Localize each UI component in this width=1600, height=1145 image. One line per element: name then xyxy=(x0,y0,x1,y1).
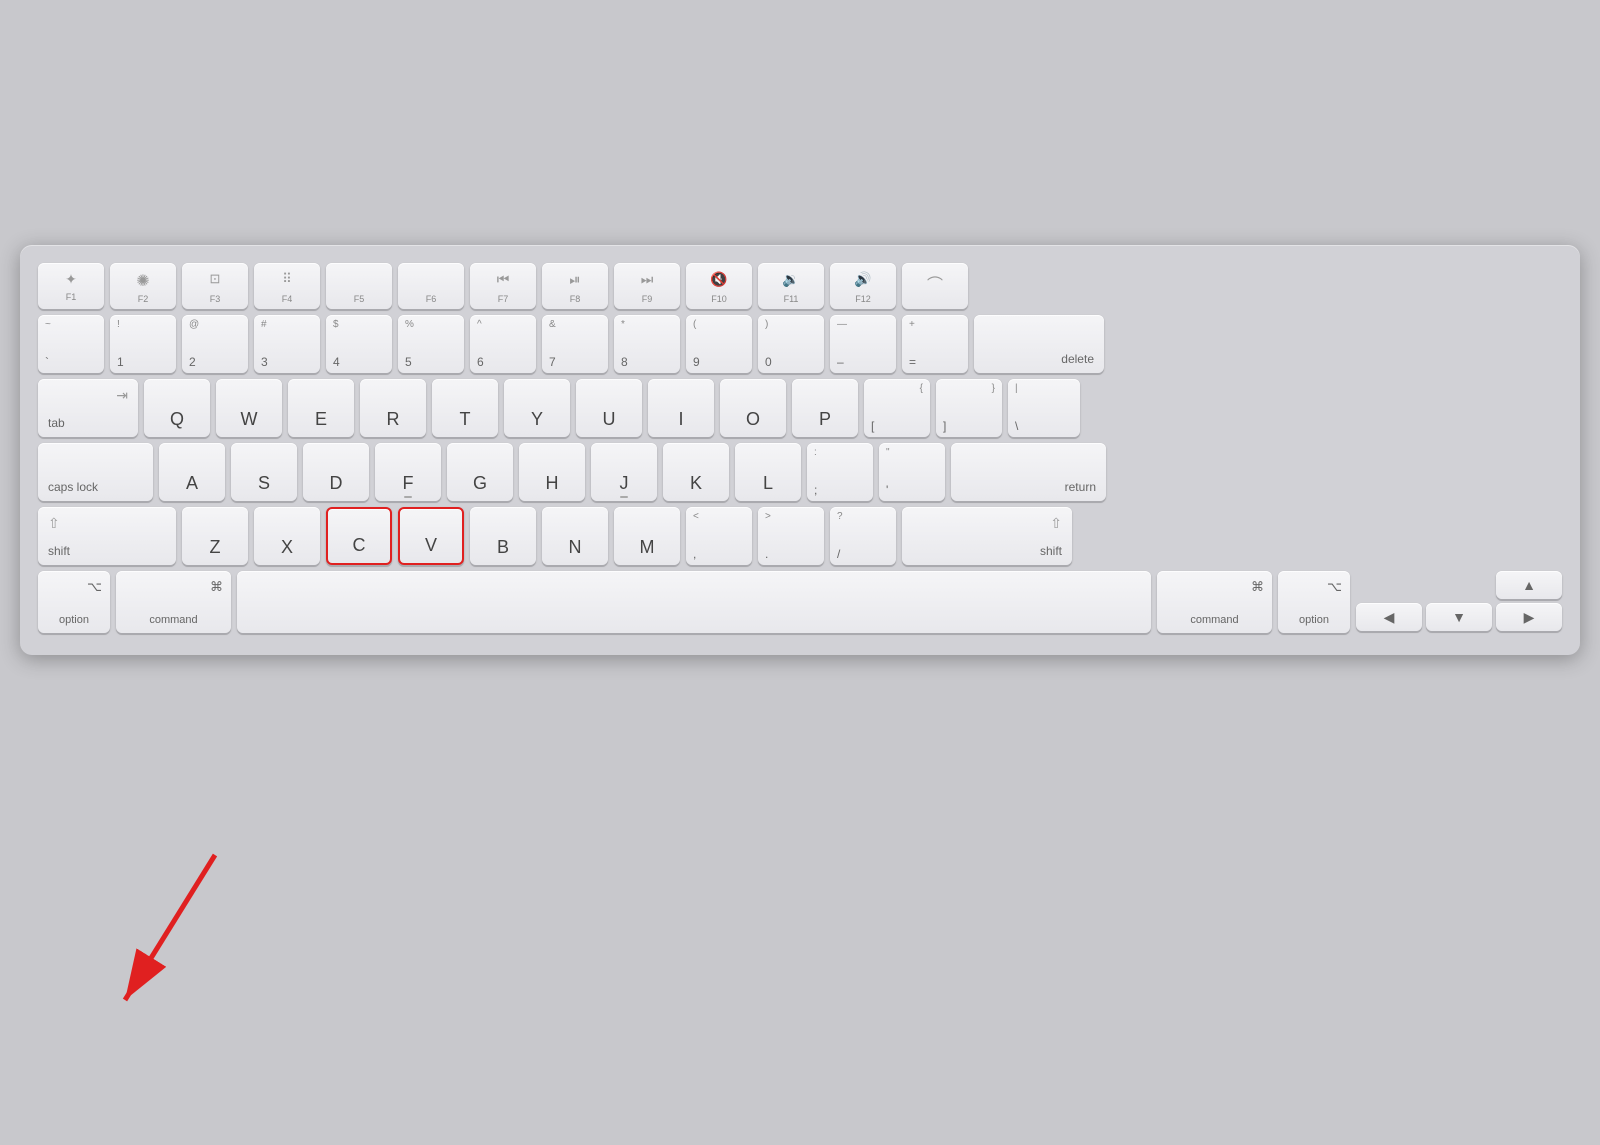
keyboard-wrapper: F1 ✦ ✺ F2 ⊡ F3 ⠿ F4 F5 F6 ⏮ xyxy=(20,245,1580,655)
key-u[interactable]: U xyxy=(576,379,642,437)
key-f8[interactable]: ⏯ F8 xyxy=(542,263,608,309)
key-caps[interactable]: caps lock xyxy=(38,443,153,501)
modifier-row: ⌥ option ⌘ command ⌘ command ⌥ option xyxy=(38,571,1562,633)
key-return[interactable]: return xyxy=(951,443,1106,501)
key-comma[interactable]: < , xyxy=(686,507,752,565)
key-t[interactable]: T xyxy=(432,379,498,437)
key-e[interactable]: E xyxy=(288,379,354,437)
key-c[interactable]: C xyxy=(326,507,392,565)
key-1[interactable]: ! 1 xyxy=(110,315,176,373)
key-2[interactable]: @ 2 xyxy=(182,315,248,373)
key-f10[interactable]: 🔇 F10 xyxy=(686,263,752,309)
key-8[interactable]: * 8 xyxy=(614,315,680,373)
key-m[interactable]: M xyxy=(614,507,680,565)
key-w[interactable]: W xyxy=(216,379,282,437)
key-space[interactable] xyxy=(237,571,1151,633)
key-f4[interactable]: ⠿ F4 xyxy=(254,263,320,309)
key-backslash[interactable]: | \ xyxy=(1008,379,1080,437)
key-lock[interactable]: ⌒ xyxy=(902,263,968,309)
key-0[interactable]: ) 0 xyxy=(758,315,824,373)
key-q[interactable]: Q xyxy=(144,379,210,437)
key-option-left[interactable]: ⌥ option xyxy=(38,571,110,633)
key-f12[interactable]: 🔊 F12 xyxy=(830,263,896,309)
key-6[interactable]: ^ 6 xyxy=(470,315,536,373)
key-f2[interactable]: ✺ F2 xyxy=(110,263,176,309)
key-equals[interactable]: + = xyxy=(902,315,968,373)
key-arrow-left[interactable]: ◀ xyxy=(1356,603,1422,631)
key-v[interactable]: V xyxy=(398,507,464,565)
key-f1[interactable]: F1 ✦ xyxy=(38,263,104,309)
key-a[interactable]: A xyxy=(159,443,225,501)
bottom-char-row: shift ⇧ Z X C V B N M < , > . ? / shif xyxy=(38,507,1562,565)
key-command-left[interactable]: ⌘ command xyxy=(116,571,231,633)
key-quote[interactable]: " ' xyxy=(879,443,945,501)
key-tab[interactable]: tab ⇥ xyxy=(38,379,138,437)
key-shift-left[interactable]: shift ⇧ xyxy=(38,507,176,565)
key-f3[interactable]: ⊡ F3 xyxy=(182,263,248,309)
key-o[interactable]: O xyxy=(720,379,786,437)
arrow-cluster: ▲ ◀ ▼ ▶ xyxy=(1356,571,1562,633)
key-p[interactable]: P xyxy=(792,379,858,437)
key-g[interactable]: G xyxy=(447,443,513,501)
key-7[interactable]: & 7 xyxy=(542,315,608,373)
key-n[interactable]: N xyxy=(542,507,608,565)
key-3[interactable]: # 3 xyxy=(254,315,320,373)
key-b[interactable]: B xyxy=(470,507,536,565)
key-9[interactable]: ( 9 xyxy=(686,315,752,373)
key-f[interactable]: F xyxy=(375,443,441,501)
key-f11[interactable]: 🔉 F11 xyxy=(758,263,824,309)
key-period[interactable]: > . xyxy=(758,507,824,565)
key-s[interactable]: S xyxy=(231,443,297,501)
key-l[interactable]: L xyxy=(735,443,801,501)
key-slash[interactable]: ? / xyxy=(830,507,896,565)
key-j[interactable]: J xyxy=(591,443,657,501)
key-bracket-left[interactable]: { [ xyxy=(864,379,930,437)
key-4[interactable]: $ 4 xyxy=(326,315,392,373)
key-y[interactable]: Y xyxy=(504,379,570,437)
key-delete[interactable]: delete xyxy=(974,315,1104,373)
key-i[interactable]: I xyxy=(648,379,714,437)
number-row: ~ ` ! 1 @ 2 # 3 $ 4 % 5 xyxy=(38,315,1562,373)
key-d[interactable]: D xyxy=(303,443,369,501)
key-command-right[interactable]: ⌘ command xyxy=(1157,571,1272,633)
key-bracket-right[interactable]: } ] xyxy=(936,379,1002,437)
home-row: caps lock A S D F G H J K L : ; " ' xyxy=(38,443,1562,501)
key-arrow-up[interactable]: ▲ xyxy=(1496,571,1562,599)
key-arrow-down[interactable]: ▼ xyxy=(1426,603,1492,631)
key-k[interactable]: K xyxy=(663,443,729,501)
key-h[interactable]: H xyxy=(519,443,585,501)
key-semicolon[interactable]: : ; xyxy=(807,443,873,501)
key-5[interactable]: % 5 xyxy=(398,315,464,373)
fn-row: F1 ✦ ✺ F2 ⊡ F3 ⠿ F4 F5 F6 ⏮ xyxy=(38,263,1562,309)
key-f6[interactable]: F6 xyxy=(398,263,464,309)
key-arrow-right[interactable]: ▶ xyxy=(1496,603,1562,631)
key-f7[interactable]: ⏮ F7 xyxy=(470,263,536,309)
qwerty-row: tab ⇥ Q W E R T Y U I O P { [ } ] | \ xyxy=(38,379,1562,437)
key-option-right[interactable]: ⌥ option xyxy=(1278,571,1350,633)
key-minus[interactable]: — – xyxy=(830,315,896,373)
keyboard: F1 ✦ ✺ F2 ⊡ F3 ⠿ F4 F5 F6 ⏮ xyxy=(20,245,1580,655)
key-r[interactable]: R xyxy=(360,379,426,437)
key-f5[interactable]: F5 xyxy=(326,263,392,309)
key-shift-right[interactable]: shift ⇧ xyxy=(902,507,1072,565)
key-tilde[interactable]: ~ ` xyxy=(38,315,104,373)
key-x[interactable]: X xyxy=(254,507,320,565)
key-z[interactable]: Z xyxy=(182,507,248,565)
key-f9[interactable]: ⏭ F9 xyxy=(614,263,680,309)
